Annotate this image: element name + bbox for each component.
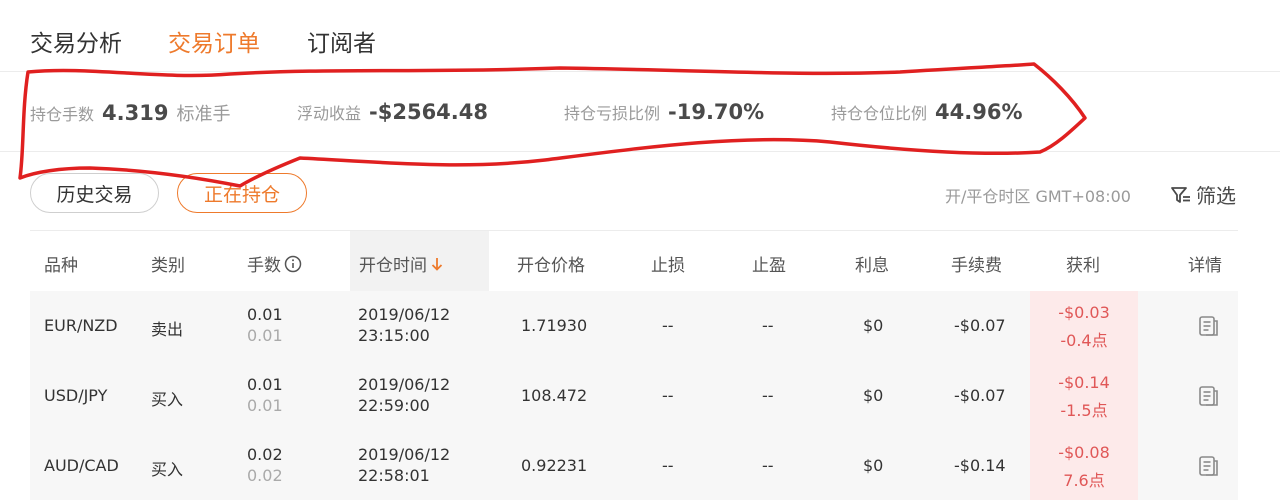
row-take-profit: -- (762, 456, 774, 475)
row-interest: $0 (863, 456, 884, 475)
row-open-time: 22:58:01 (358, 466, 430, 485)
row-lots-sub: 0.02 (247, 466, 283, 485)
filter-button[interactable]: 筛选 (1170, 180, 1236, 209)
row-lots-sub: 0.01 (247, 396, 283, 415)
row-lots-sub: 0.01 (247, 326, 283, 345)
col-profit: 获利 (1066, 256, 1100, 276)
row-interest: $0 (863, 386, 884, 405)
info-icon[interactable] (284, 255, 302, 273)
col-take-profit: 止盈 (752, 256, 786, 276)
row-type: 买入 (151, 460, 184, 479)
row-profit: -$0.03 (1058, 303, 1110, 322)
stat-lots: 持仓手数 4.319 标准手 (30, 100, 230, 126)
timezone-label: 开/平仓时区 GMT+08:00 (945, 187, 1131, 206)
sort-down-arrow-icon (431, 257, 443, 271)
stat-floating-label: 浮动收益 (297, 104, 362, 123)
stat-position-ratio: 持仓仓位比例 44.96% (831, 100, 1022, 124)
open-positions-button[interactable]: 正在持仓 (177, 173, 307, 213)
filter-label: 筛选 (1196, 184, 1236, 208)
row-fee: -$0.07 (954, 386, 1006, 405)
col-open-time-label: 开仓时间 (359, 256, 427, 276)
table-row[interactable]: USD/JPY 买入 0.01 0.01 2019/06/12 22:59:00… (30, 361, 1238, 431)
row-lots: 0.02 (247, 445, 283, 464)
filter-icon (1171, 186, 1190, 203)
stat-floating-pnl: 浮动收益 -$2564.48 (297, 100, 488, 124)
row-open-date: 2019/06/12 (358, 305, 451, 324)
col-open-price: 开仓价格 (517, 256, 585, 276)
row-lots: 0.01 (247, 305, 283, 324)
table-row[interactable]: EUR/NZD 卖出 0.01 0.01 2019/06/12 23:15:00… (30, 291, 1238, 361)
row-profit: -$0.08 (1058, 443, 1110, 462)
row-symbol: USD/JPY (44, 386, 108, 405)
row-interest: $0 (863, 316, 884, 335)
row-points: -0.4点 (1060, 331, 1108, 350)
tab-trade-orders[interactable]: 交易订单 (168, 24, 260, 58)
col-stop-loss: 止损 (651, 256, 685, 276)
col-type: 类别 (151, 256, 185, 276)
table-row[interactable]: AUD/CAD 买入 0.02 0.02 2019/06/12 22:58:01… (30, 431, 1238, 500)
row-stop-loss: -- (662, 456, 674, 475)
stat-lots-value: 4.319 (102, 101, 169, 125)
row-open-price: 1.71930 (521, 316, 588, 335)
row-symbol: AUD/CAD (44, 456, 119, 475)
row-open-price: 108.472 (521, 386, 588, 405)
row-take-profit: -- (762, 316, 774, 335)
row-type: 卖出 (151, 320, 184, 339)
detail-document-icon[interactable] (1198, 315, 1220, 337)
tab-trade-analysis[interactable]: 交易分析 (30, 24, 122, 58)
row-fee: -$0.14 (954, 456, 1006, 475)
row-open-date: 2019/06/12 (358, 375, 451, 394)
stat-position-ratio-value: 44.96% (935, 100, 1023, 124)
stat-loss-ratio-value: -19.70% (668, 100, 765, 124)
detail-document-icon[interactable] (1198, 455, 1220, 477)
row-points: 7.6点 (1063, 471, 1105, 490)
row-take-profit: -- (762, 386, 774, 405)
position-summary: 持仓手数 4.319 标准手 浮动收益 -$2564.48 持仓亏损比例 -19… (0, 72, 1280, 152)
stat-loss-ratio: 持仓亏损比例 -19.70% (564, 100, 764, 124)
row-symbol: EUR/NZD (44, 316, 118, 335)
row-stop-loss: -- (662, 386, 674, 405)
col-symbol: 品种 (44, 256, 78, 276)
tab-subscribers[interactable]: 订阅者 (307, 24, 376, 58)
orders-table-header: 品种 类别 手数 开仓时间 开仓价格 止损 止盈 利息 手续费 获利 详情 (30, 230, 1238, 292)
stat-position-ratio-label: 持仓仓位比例 (831, 104, 928, 123)
row-open-time: 23:15:00 (358, 326, 430, 345)
row-points: -1.5点 (1060, 401, 1108, 420)
detail-document-icon[interactable] (1198, 385, 1220, 407)
row-lots: 0.01 (247, 375, 283, 394)
row-open-time: 22:59:00 (358, 396, 430, 415)
row-profit: -$0.14 (1058, 373, 1110, 392)
stat-lots-unit: 标准手 (176, 104, 231, 125)
col-fee: 手续费 (951, 256, 1002, 276)
stat-loss-ratio-label: 持仓亏损比例 (564, 104, 661, 123)
row-type: 买入 (151, 390, 184, 409)
col-lots-label: 手数 (247, 256, 281, 276)
stat-lots-label: 持仓手数 (30, 105, 95, 124)
col-detail: 详情 (1188, 256, 1222, 276)
tab-bar: 交易分析 交易订单 订阅者 (0, 0, 1280, 72)
col-lots: 手数 (247, 251, 302, 276)
col-interest: 利息 (855, 256, 889, 276)
stat-floating-value: -$2564.48 (369, 100, 488, 124)
row-open-price: 0.92231 (521, 456, 588, 475)
history-trades-button[interactable]: 历史交易 (30, 173, 159, 213)
row-stop-loss: -- (662, 316, 674, 335)
col-open-time[interactable]: 开仓时间 (359, 251, 444, 276)
row-open-date: 2019/06/12 (358, 445, 451, 464)
row-fee: -$0.07 (954, 316, 1006, 335)
